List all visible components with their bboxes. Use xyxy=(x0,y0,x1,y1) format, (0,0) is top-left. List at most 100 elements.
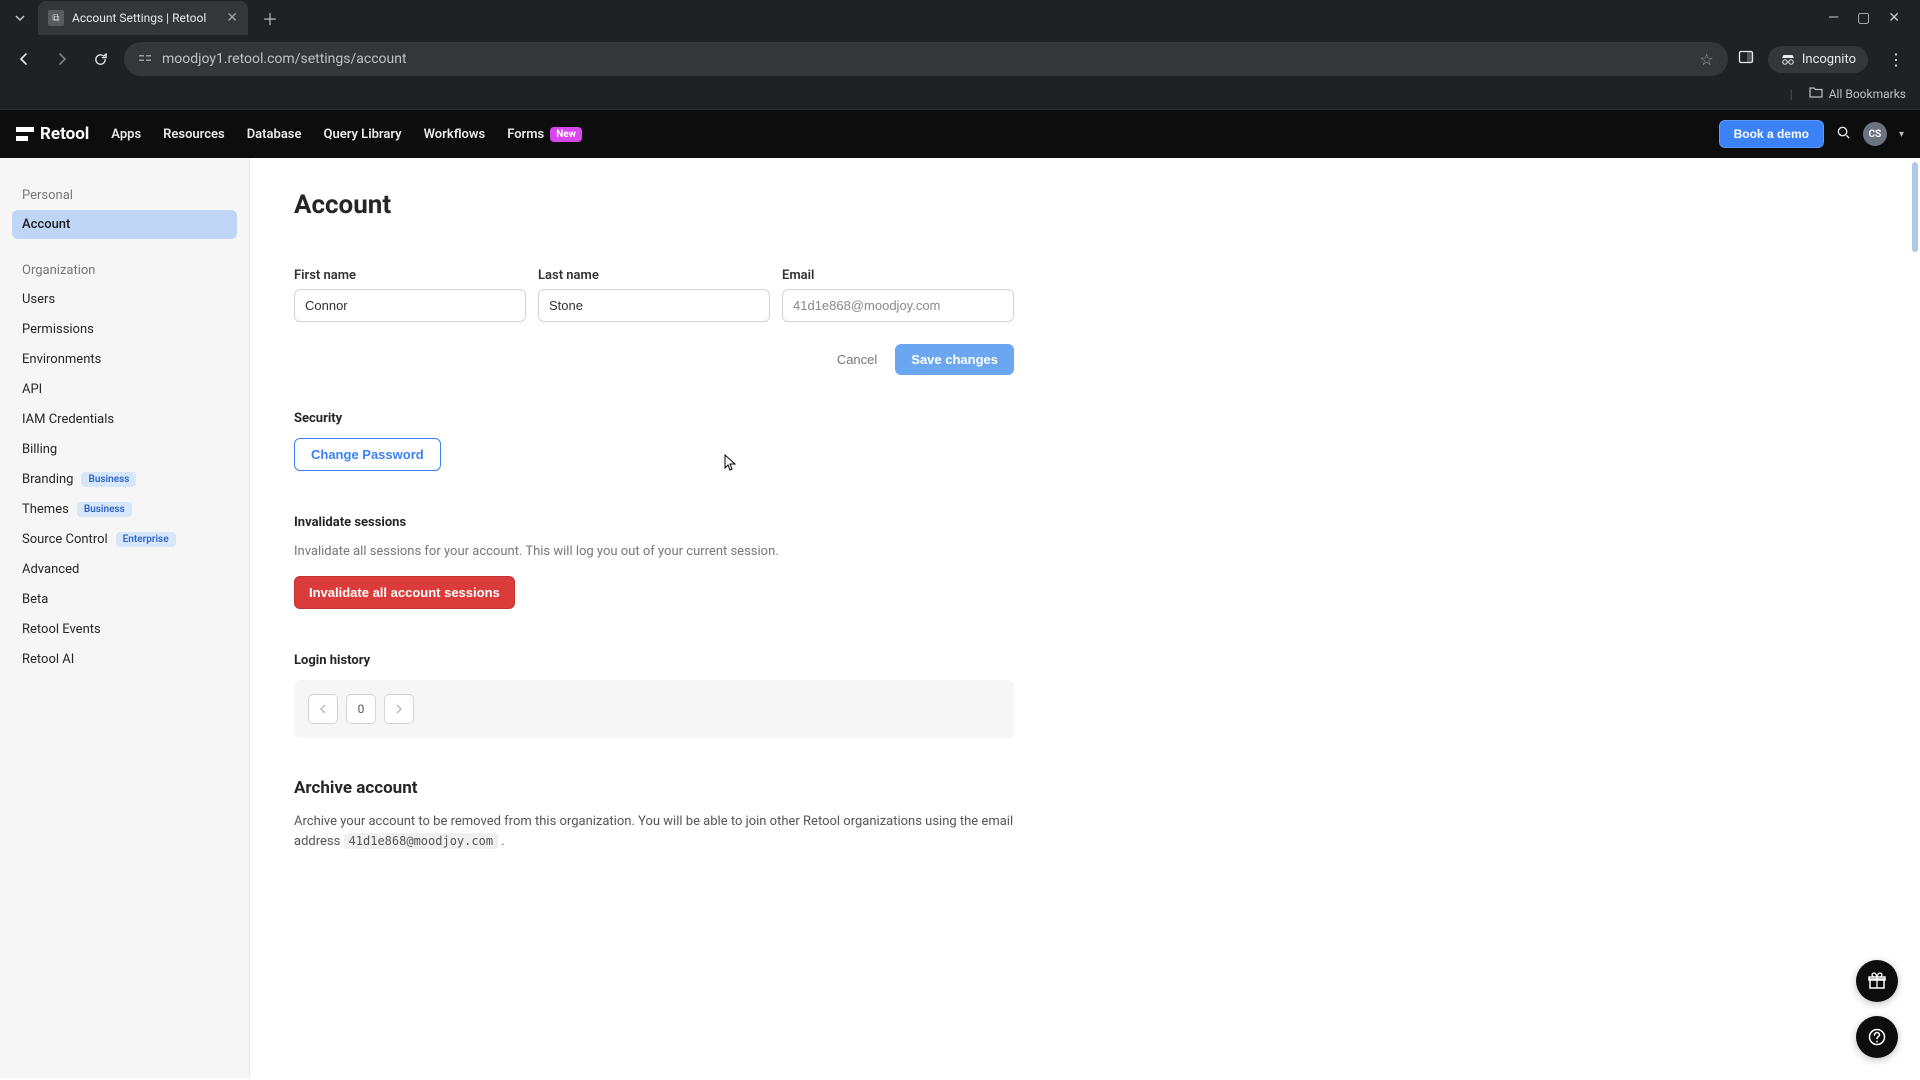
sidebar-item-iam-credentials[interactable]: IAM Credentials xyxy=(12,405,237,434)
bookmark-star-button[interactable]: ☆ xyxy=(1700,50,1714,69)
arrow-right-icon xyxy=(54,51,70,67)
sidebar-item-advanced[interactable]: Advanced xyxy=(12,555,237,584)
sidebar-item-retool-ai[interactable]: Retool AI xyxy=(12,645,237,674)
sidebar-item-branding[interactable]: Branding Business xyxy=(12,465,237,494)
new-tab-button[interactable]: ＋ xyxy=(256,4,284,32)
security-heading: Security xyxy=(294,411,1014,426)
incognito-indicator[interactable]: Incognito xyxy=(1768,46,1868,73)
login-history-pager: 0 xyxy=(294,680,1014,738)
enterprise-badge: Enterprise xyxy=(116,532,176,547)
pager-current-page: 0 xyxy=(346,694,376,724)
url-field[interactable]: moodjoy1.retool.com/settings/account ☆ xyxy=(124,42,1728,76)
cancel-button[interactable]: Cancel xyxy=(837,352,877,367)
nav-back-button[interactable] xyxy=(10,45,38,73)
app-header: Retool Apps Resources Database Query Lib… xyxy=(0,110,1920,158)
sidebar-item-account[interactable]: Account xyxy=(12,210,237,239)
gift-fab[interactable] xyxy=(1856,960,1898,1002)
sidebar-item-retool-events[interactable]: Retool Events xyxy=(12,615,237,644)
bookmark-bar: | All Bookmarks xyxy=(0,82,1920,110)
tab-strip: ⧉ Account Settings | Retool ✕ ＋ — ▢ ✕ xyxy=(0,0,1920,36)
browser-chrome: ⧉ Account Settings | Retool ✕ ＋ — ▢ ✕ mo… xyxy=(0,0,1920,110)
archive-account-desc: Archive your account to be removed from … xyxy=(294,812,1014,854)
browser-menu-button[interactable]: ⋮ xyxy=(1882,46,1910,73)
sidebar-section-personal: Personal xyxy=(12,182,237,209)
change-password-button[interactable]: Change Password xyxy=(294,438,441,471)
pager-next-button[interactable] xyxy=(384,694,414,724)
pager-prev-button[interactable] xyxy=(308,694,338,724)
help-icon xyxy=(1867,1027,1887,1047)
scrollbar[interactable] xyxy=(1910,158,1920,1078)
nav-resources[interactable]: Resources xyxy=(163,127,225,142)
logo-mark-icon xyxy=(16,127,34,141)
login-history-heading: Login history xyxy=(294,653,1014,668)
scrollbar-thumb[interactable] xyxy=(1912,162,1918,252)
sidebar-item-billing[interactable]: Billing xyxy=(12,435,237,464)
arrow-left-icon xyxy=(16,51,32,67)
save-changes-button[interactable]: Save changes xyxy=(895,344,1014,375)
invalidate-sessions-button[interactable]: Invalidate all account sessions xyxy=(294,576,515,609)
search-button[interactable] xyxy=(1836,125,1851,144)
browser-tab[interactable]: ⧉ Account Settings | Retool ✕ xyxy=(38,1,248,35)
side-panel-icon[interactable] xyxy=(1738,49,1754,69)
search-icon xyxy=(1836,125,1851,140)
minimize-button[interactable]: — xyxy=(1828,10,1839,26)
nav-database[interactable]: Database xyxy=(247,127,302,142)
all-bookmarks-link[interactable]: All Bookmarks xyxy=(1829,87,1906,101)
nav-query-library[interactable]: Query Library xyxy=(323,127,401,142)
sidebar-item-source-control[interactable]: Source Control Enterprise xyxy=(12,525,237,554)
nav-reload-button[interactable] xyxy=(86,45,114,73)
chevron-left-icon xyxy=(319,704,327,714)
sidebar-item-users[interactable]: Users xyxy=(12,285,237,314)
sidebar-item-beta[interactable]: Beta xyxy=(12,585,237,614)
archive-account-heading: Archive account xyxy=(294,778,1014,798)
folder-icon xyxy=(1809,86,1823,101)
first-name-input[interactable] xyxy=(294,289,526,322)
nav-workflows[interactable]: Workflows xyxy=(424,127,486,142)
settings-sidebar: Personal Account Organization Users Perm… xyxy=(0,158,250,1078)
sidebar-item-permissions[interactable]: Permissions xyxy=(12,315,237,344)
archive-email-code: 41d1e868@moodjoy.com xyxy=(344,833,499,849)
chevron-right-icon xyxy=(395,704,403,714)
top-nav: Apps Resources Database Query Library Wo… xyxy=(111,127,582,142)
page-title: Account xyxy=(294,190,1014,220)
email-input xyxy=(782,289,1014,322)
tab-title: Account Settings | Retool xyxy=(72,11,206,25)
invalidate-sessions-desc: Invalidate all sessions for your account… xyxy=(294,542,1014,562)
incognito-label: Incognito xyxy=(1802,52,1856,67)
account-menu-caret[interactable]: ▾ xyxy=(1899,129,1904,140)
email-label: Email xyxy=(782,268,1014,283)
reload-icon xyxy=(93,52,108,67)
logo-text: Retool xyxy=(40,124,89,144)
tab-close-button[interactable]: ✕ xyxy=(226,10,238,26)
sidebar-item-themes[interactable]: Themes Business xyxy=(12,495,237,524)
business-badge: Business xyxy=(77,502,132,517)
help-fab[interactable] xyxy=(1856,1016,1898,1058)
book-demo-button[interactable]: Book a demo xyxy=(1719,120,1824,148)
last-name-label: Last name xyxy=(538,268,770,283)
invalidate-sessions-heading: Invalidate sessions xyxy=(294,515,1014,530)
gift-icon xyxy=(1867,971,1887,991)
incognito-icon xyxy=(1780,53,1796,65)
maximize-button[interactable]: ▢ xyxy=(1857,10,1870,26)
new-badge: New xyxy=(550,127,582,142)
avatar[interactable]: CS xyxy=(1863,122,1887,146)
nav-apps[interactable]: Apps xyxy=(111,127,141,142)
tab-list-dropdown[interactable] xyxy=(8,6,32,30)
fab-stack xyxy=(1856,960,1898,1058)
sidebar-section-organization: Organization xyxy=(12,257,237,284)
window-controls: — ▢ ✕ xyxy=(1828,10,1912,26)
url-text: moodjoy1.retool.com/settings/account xyxy=(162,51,407,67)
first-name-label: First name xyxy=(294,268,526,283)
chevron-down-icon xyxy=(14,12,26,24)
last-name-input[interactable] xyxy=(538,289,770,322)
logo[interactable]: Retool xyxy=(16,124,89,144)
sidebar-item-environments[interactable]: Environments xyxy=(12,345,237,374)
nav-forward-button[interactable] xyxy=(48,45,76,73)
sidebar-item-api[interactable]: API xyxy=(12,375,237,404)
address-bar: moodjoy1.retool.com/settings/account ☆ I… xyxy=(0,36,1920,82)
site-settings-icon[interactable] xyxy=(138,51,152,68)
name-email-row: First name Last name Email xyxy=(294,268,1014,322)
nav-forms[interactable]: Forms New xyxy=(507,127,582,142)
close-window-button[interactable]: ✕ xyxy=(1888,10,1900,26)
settings-content: Account First name Last name Email Cance… xyxy=(250,158,1920,1078)
